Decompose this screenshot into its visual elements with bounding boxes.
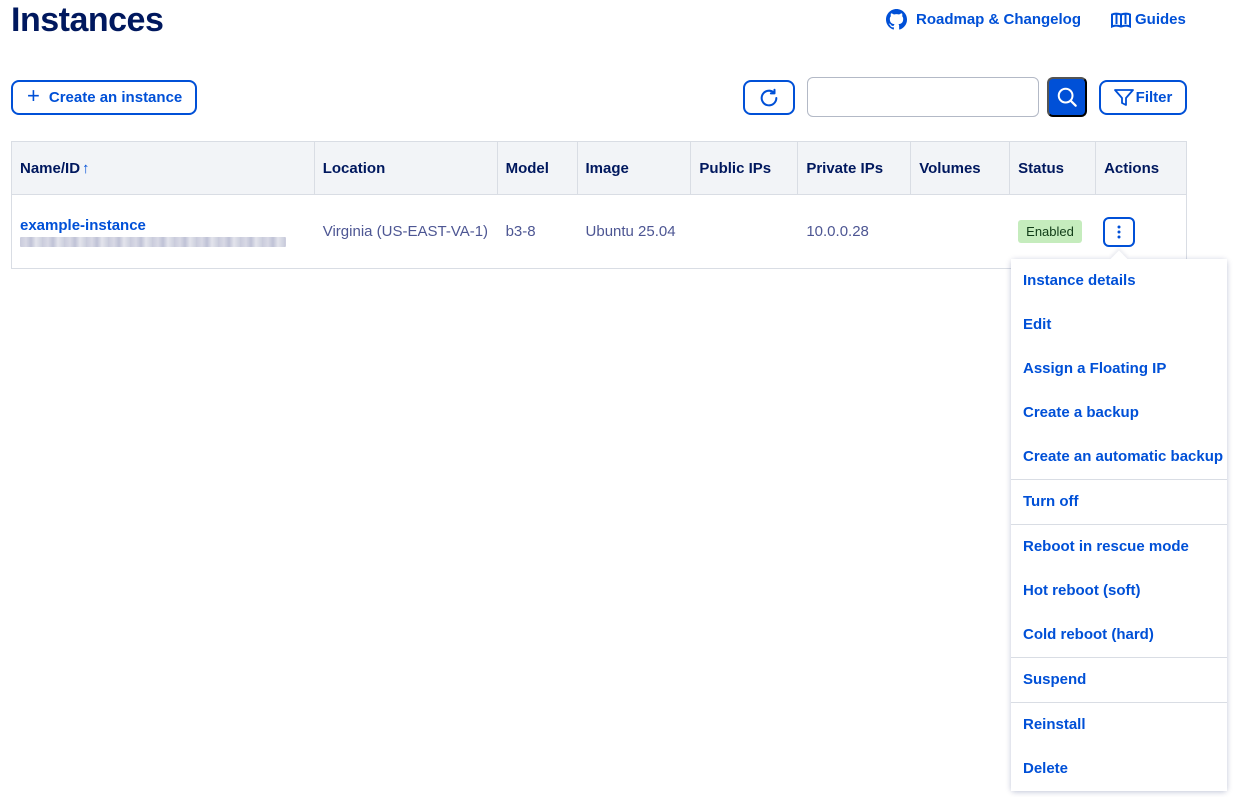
menu-item-reboot-rescue[interactable]: Reboot in rescue mode: [1011, 525, 1227, 569]
book-icon: [1111, 12, 1132, 28]
column-header-name-label: Name/ID: [20, 159, 81, 177]
page-title: Instances: [11, 1, 164, 39]
create-instance-button[interactable]: + Create an instance: [11, 80, 197, 115]
refresh-button[interactable]: [743, 80, 795, 115]
instance-private-ips: 10.0.0.28: [806, 223, 869, 240]
table-row: example-instance Virginia (US-EAST-VA-1)…: [12, 195, 1186, 268]
header-links: Roadmap & Changelog Guides: [886, 9, 1186, 30]
column-header-model: Model: [498, 142, 578, 194]
instances-table: Name/ID ↑ Location Model Image Public IP…: [11, 141, 1187, 269]
menu-item-hot-reboot[interactable]: Hot reboot (soft): [1011, 569, 1227, 613]
filter-button-label: Filter: [1135, 89, 1173, 106]
menu-item-suspend[interactable]: Suspend: [1011, 658, 1227, 702]
roadmap-link[interactable]: Roadmap & Changelog: [886, 9, 1081, 30]
column-header-location: Location: [315, 142, 498, 194]
row-actions-menu: Instance details Edit Assign a Floating …: [1011, 259, 1227, 791]
github-icon: [886, 9, 907, 30]
instance-id-redacted: [20, 236, 286, 247]
menu-item-delete[interactable]: Delete: [1011, 747, 1227, 791]
search-input[interactable]: [807, 77, 1039, 117]
instance-model: b3-8: [505, 223, 536, 240]
column-header-image: Image: [578, 142, 692, 194]
filter-icon: [1113, 88, 1134, 106]
column-header-status: Status: [1010, 142, 1097, 194]
table-header: Name/ID ↑ Location Model Image Public IP…: [12, 142, 1186, 195]
column-header-private-ips: Private IPs: [798, 142, 912, 194]
roadmap-link-label: Roadmap & Changelog: [916, 11, 1082, 28]
status-badge: Enabled: [1018, 220, 1082, 243]
menu-item-assign-floating-ip[interactable]: Assign a Floating IP: [1011, 347, 1227, 391]
instance-location: Virginia (US-EAST-VA-1): [322, 223, 489, 240]
menu-item-edit[interactable]: Edit: [1011, 303, 1227, 347]
guides-link[interactable]: Guides: [1111, 11, 1186, 28]
instance-image: Ubuntu 25.04: [585, 223, 676, 240]
plus-icon: +: [27, 83, 40, 108]
instance-status-cell: Enabled: [1010, 195, 1096, 268]
column-header-name[interactable]: Name/ID ↑: [12, 142, 315, 194]
menu-item-reinstall[interactable]: Reinstall: [1011, 703, 1227, 747]
menu-item-create-backup[interactable]: Create a backup: [1011, 391, 1227, 435]
menu-item-cold-reboot[interactable]: Cold reboot (hard): [1011, 613, 1227, 657]
instance-volumes: [911, 195, 1010, 268]
guides-link-label: Guides: [1135, 11, 1186, 28]
instance-public-ips: [691, 195, 798, 268]
menu-item-create-automatic-backup[interactable]: Create an automatic backup: [1011, 435, 1227, 479]
menu-item-instance-details[interactable]: Instance details: [1011, 259, 1227, 303]
menu-item-turn-off[interactable]: Turn off: [1011, 480, 1227, 524]
column-header-volumes: Volumes: [911, 142, 1011, 194]
column-header-actions: Actions: [1104, 159, 1160, 177]
search-icon: [1057, 87, 1077, 107]
instance-actions-cell: [1096, 195, 1186, 268]
instance-name-link[interactable]: example-instance: [20, 217, 146, 235]
create-instance-label: Create an instance: [48, 89, 183, 106]
filter-button[interactable]: Filter: [1099, 80, 1187, 115]
refresh-icon: [760, 88, 778, 106]
more-vertical-icon: [1117, 225, 1121, 238]
search-button[interactable]: [1047, 77, 1087, 117]
column-header-public-ips: Public IPs: [691, 142, 799, 194]
sort-ascending-icon[interactable]: ↑: [82, 160, 90, 177]
instance-name-cell: example-instance: [12, 195, 315, 268]
row-actions-button[interactable]: [1103, 216, 1136, 247]
